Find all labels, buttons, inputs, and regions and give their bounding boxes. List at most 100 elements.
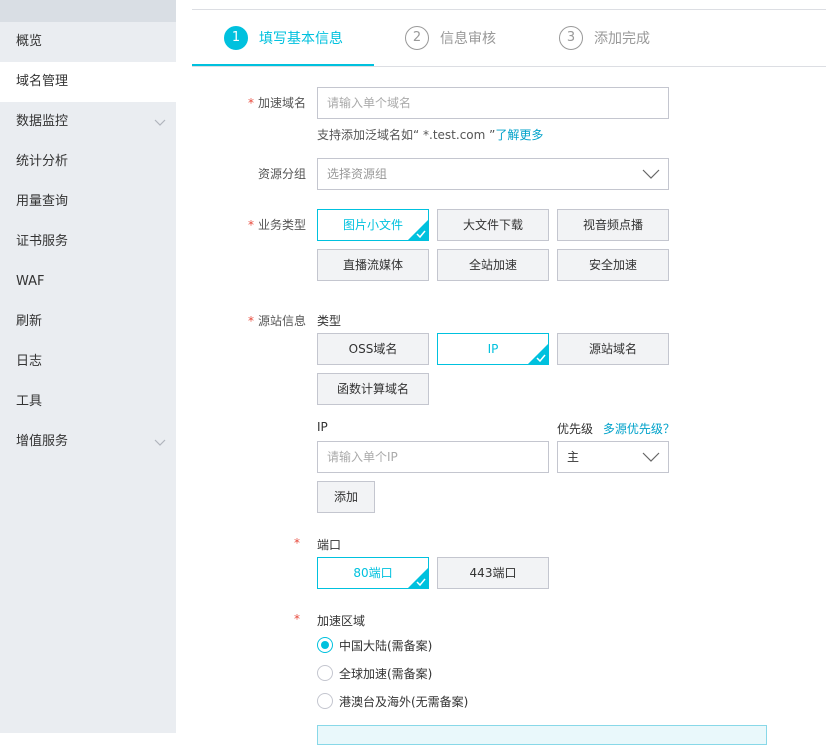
sidebar-item-overview[interactable]: 概览 bbox=[0, 22, 176, 62]
region-option-overseas[interactable]: 港澳台及海外(无需备案) bbox=[317, 692, 468, 710]
sidebar-item-label: 数据监控 bbox=[16, 114, 69, 129]
step-number: 2 bbox=[405, 26, 429, 50]
step-label: 信息审核 bbox=[440, 31, 496, 47]
sidebar-item-value-added[interactable]: 增值服务 bbox=[0, 422, 176, 462]
domain-hint-text: 支持添加泛域名如“ *.test.com ” bbox=[317, 128, 496, 142]
check-icon bbox=[416, 230, 426, 239]
priority-label: 优先级 多源优先级？ bbox=[557, 420, 675, 437]
check-icon bbox=[416, 578, 426, 587]
radio-unselected bbox=[317, 665, 333, 681]
domain-label-text: 加速域名 bbox=[257, 96, 306, 110]
resource-group-select[interactable]: 选择资源组 bbox=[317, 158, 669, 190]
business-type-label: * 业务类型 bbox=[236, 216, 306, 233]
button-label: 安全加速 bbox=[588, 258, 637, 272]
business-type-large-file-download[interactable]: 大文件下载 bbox=[437, 209, 549, 241]
business-type-live-streaming[interactable]: 直播流媒体 bbox=[317, 249, 429, 281]
required-mark: * bbox=[247, 314, 254, 328]
radio-label: 全球加速(需备案) bbox=[339, 666, 433, 681]
button-label: 80端口 bbox=[353, 566, 393, 580]
sidebar-item-label: 统计分析 bbox=[16, 154, 69, 169]
active-step-underline bbox=[192, 64, 374, 66]
origin-label-text: 源站信息 bbox=[257, 314, 306, 328]
ip-input[interactable]: 请输入单个IP bbox=[317, 441, 549, 473]
chevron-down-icon bbox=[642, 169, 660, 179]
required-mark: * bbox=[247, 96, 254, 110]
button-label: 函数计算域名 bbox=[336, 382, 409, 396]
sidebar-item-label: 域名管理 bbox=[16, 74, 69, 89]
domain-input-placeholder: 请输入单个域名 bbox=[327, 96, 412, 110]
step-indicator: 1 填写基本信息 2 信息审核 3 添加完成 bbox=[192, 10, 826, 67]
origin-type-domain[interactable]: 源站域名 bbox=[557, 333, 669, 365]
learn-more-link[interactable]: 了解更多 bbox=[495, 128, 543, 142]
sidebar-item-label: WAF bbox=[16, 274, 45, 289]
step-2: 2 信息审核 bbox=[405, 26, 496, 50]
sidebar-item-statistics[interactable]: 统计分析 bbox=[0, 142, 176, 182]
check-icon bbox=[536, 354, 546, 363]
origin-type-ip[interactable]: IP bbox=[437, 333, 549, 365]
button-label: 直播流媒体 bbox=[342, 258, 403, 272]
sidebar-item-waf[interactable]: WAF bbox=[0, 262, 176, 302]
origin-label: * 源站信息 bbox=[236, 312, 306, 329]
sidebar-item-tools[interactable]: 工具 bbox=[0, 382, 176, 422]
step-3: 3 添加完成 bbox=[559, 26, 650, 50]
sidebar-item-domain-management[interactable]: 域名管理 bbox=[0, 62, 176, 102]
domain-hint: 支持添加泛域名如“ *.test.com ”了解更多 bbox=[317, 126, 543, 143]
region-option-mainland[interactable]: 中国大陆(需备案) bbox=[317, 636, 432, 654]
business-type-image-small-file[interactable]: 图片小文件 bbox=[317, 209, 429, 241]
sidebar-item-logs[interactable]: 日志 bbox=[0, 342, 176, 382]
sidebar-item-label: 证书服务 bbox=[16, 234, 69, 249]
button-label: 大文件下载 bbox=[462, 218, 523, 232]
chevron-down-icon bbox=[154, 119, 166, 126]
chevron-down-icon bbox=[154, 439, 166, 446]
domain-label: * 加速域名 bbox=[236, 94, 306, 111]
port-required-mark: * bbox=[292, 536, 304, 550]
step-number: 1 bbox=[224, 26, 248, 50]
priority-label-text: 优先级 bbox=[557, 422, 594, 436]
region-required-mark: * bbox=[292, 612, 304, 626]
region-option-global[interactable]: 全球加速(需备案) bbox=[317, 664, 432, 682]
button-label: 443端口 bbox=[469, 566, 517, 580]
sidebar-item-label: 刷新 bbox=[16, 314, 43, 329]
business-type-video-on-demand[interactable]: 视音频点播 bbox=[557, 209, 669, 241]
button-label: 视音频点播 bbox=[582, 218, 643, 232]
business-type-secure[interactable]: 安全加速 bbox=[557, 249, 669, 281]
sidebar-item-label: 日志 bbox=[16, 354, 43, 369]
sidebar-item-label: 工具 bbox=[16, 394, 43, 409]
chevron-down-icon bbox=[642, 452, 660, 462]
sidebar-item-data-monitoring[interactable]: 数据监控 bbox=[0, 102, 176, 142]
sidebar-item-usage-query[interactable]: 用量查询 bbox=[0, 182, 176, 222]
step-1: 1 填写基本信息 bbox=[224, 26, 343, 50]
step-label: 填写基本信息 bbox=[259, 31, 343, 47]
step-number: 3 bbox=[559, 26, 583, 50]
sidebar-item-certificate[interactable]: 证书服务 bbox=[0, 222, 176, 262]
required-mark: * bbox=[294, 612, 300, 626]
button-label: 源站域名 bbox=[588, 342, 637, 356]
button-label: 图片小文件 bbox=[342, 218, 403, 232]
required-mark: * bbox=[294, 536, 300, 550]
ip-input-placeholder: 请输入单个IP bbox=[327, 450, 398, 464]
priority-select[interactable]: 主 bbox=[557, 441, 669, 473]
button-label: IP bbox=[487, 342, 499, 356]
multi-origin-priority-link[interactable]: 多源优先级？ bbox=[603, 422, 675, 436]
info-notice-box bbox=[317, 725, 767, 745]
port-80[interactable]: 80端口 bbox=[317, 557, 429, 589]
required-mark: * bbox=[247, 218, 254, 232]
button-label: 全站加速 bbox=[468, 258, 517, 272]
radio-selected bbox=[317, 637, 333, 653]
button-label: OSS域名 bbox=[348, 342, 398, 356]
radio-label: 港澳台及海外(无需备案) bbox=[339, 694, 469, 709]
sidebar-item-refresh[interactable]: 刷新 bbox=[0, 302, 176, 342]
origin-type-function-compute[interactable]: 函数计算域名 bbox=[317, 373, 429, 405]
business-type-whole-site[interactable]: 全站加速 bbox=[437, 249, 549, 281]
port-label: 端口 bbox=[317, 538, 342, 552]
region-label: 加速区域 bbox=[317, 614, 366, 628]
port-443[interactable]: 443端口 bbox=[437, 557, 549, 589]
origin-type-oss[interactable]: OSS域名 bbox=[317, 333, 429, 365]
priority-value: 主 bbox=[567, 450, 580, 464]
resource-group-placeholder: 选择资源组 bbox=[327, 167, 388, 181]
add-origin-button[interactable]: 添加 bbox=[317, 481, 375, 513]
ip-label: IP bbox=[317, 420, 328, 434]
sidebar-item-label: 概览 bbox=[16, 34, 43, 49]
domain-input[interactable]: 请输入单个域名 bbox=[317, 87, 669, 119]
radio-label: 中国大陆(需备案) bbox=[339, 638, 433, 653]
